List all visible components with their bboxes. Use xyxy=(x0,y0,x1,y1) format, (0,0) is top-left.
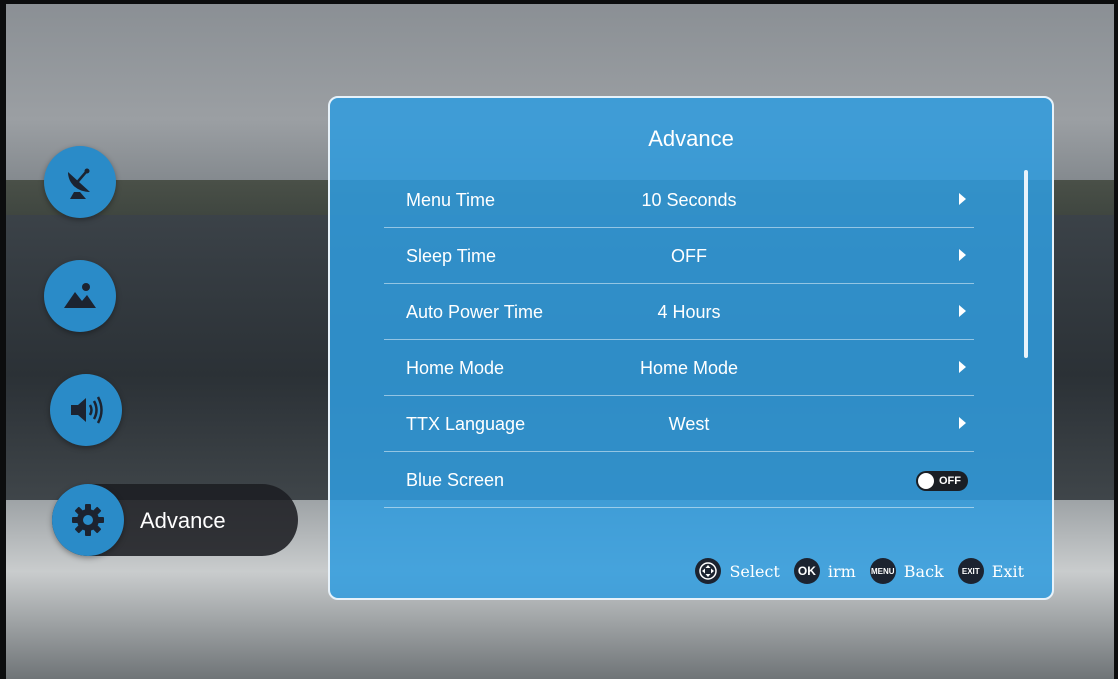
setting-auto-power-time[interactable]: Auto Power Time 4 Hours xyxy=(384,284,974,340)
setting-value: 4 Hours xyxy=(657,302,721,322)
tv-bezel-left xyxy=(0,0,6,679)
exit-button-icon: EXIT xyxy=(957,558,984,584)
hint-label: Select xyxy=(729,561,780,581)
hint-label: Exit xyxy=(991,561,1024,581)
hint-select: Select xyxy=(695,558,780,584)
blue-screen-toggle[interactable]: OFF xyxy=(916,471,968,491)
setting-menu-time[interactable]: Menu Time 10 Seconds xyxy=(384,172,974,228)
setting-label: Menu Time xyxy=(406,190,496,210)
panel-title: Advance xyxy=(648,126,734,151)
hint-back: MENU Back xyxy=(869,558,944,584)
sidebar-item-picture[interactable] xyxy=(44,260,116,332)
chevron-right-icon[interactable] xyxy=(959,193,966,205)
tv-bezel-top xyxy=(0,0,1118,4)
hint-ok: OK irm xyxy=(793,558,856,584)
setting-blue-screen[interactable]: Blue Screen OFF xyxy=(384,452,974,508)
setting-sleep-time[interactable]: Sleep Time OFF xyxy=(384,228,974,284)
settings-panel: Advance Menu Time 10 Seconds Sleep Time … xyxy=(328,96,1054,600)
speaker-icon xyxy=(71,396,103,424)
setting-value: West xyxy=(668,414,710,434)
scrollbar[interactable] xyxy=(1024,170,1028,358)
hint-label: irm xyxy=(827,561,856,581)
setting-value: Home Mode xyxy=(639,358,739,378)
setting-value: 10 Seconds xyxy=(641,190,737,210)
ok-button-icon: OK xyxy=(793,558,820,584)
sidebar-item-channel[interactable] xyxy=(44,146,116,218)
chevron-right-icon[interactable] xyxy=(959,361,966,373)
toggle-state: OFF xyxy=(939,475,961,487)
setting-label: Sleep Time xyxy=(406,246,497,266)
settings-list: Menu Time 10 Seconds Sleep Time OFF Auto… xyxy=(384,172,974,508)
sidebar-item-advance[interactable] xyxy=(52,484,124,556)
setting-value: OFF xyxy=(671,246,707,266)
sidebar-item-sound[interactable] xyxy=(50,374,122,446)
tv-bezel-right xyxy=(1114,0,1118,679)
toggle-knob xyxy=(918,473,934,489)
setting-label: TTX Language xyxy=(406,414,526,434)
menu-button-icon: MENU xyxy=(869,558,896,584)
footer-hints: Select OK irm MENU Back EXIT Exit xyxy=(681,558,1024,584)
hint-exit: EXIT Exit xyxy=(957,558,1024,584)
picture-icon xyxy=(64,283,96,308)
setting-ttx-language[interactable]: TTX Language West xyxy=(384,396,974,452)
setting-label: Blue Screen xyxy=(406,470,505,490)
hint-label: Back xyxy=(903,561,944,581)
satellite-dish-icon xyxy=(68,168,90,199)
chevron-right-icon[interactable] xyxy=(959,305,966,317)
sidebar-item-label: Advance xyxy=(140,508,226,533)
dpad-icon xyxy=(695,558,722,584)
setting-label: Home Mode xyxy=(406,358,505,378)
gear-icon xyxy=(72,504,104,536)
setting-home-mode[interactable]: Home Mode Home Mode xyxy=(384,340,974,396)
chevron-right-icon[interactable] xyxy=(959,417,966,429)
chevron-right-icon[interactable] xyxy=(959,249,966,261)
setting-label: Auto Power Time xyxy=(406,302,544,322)
